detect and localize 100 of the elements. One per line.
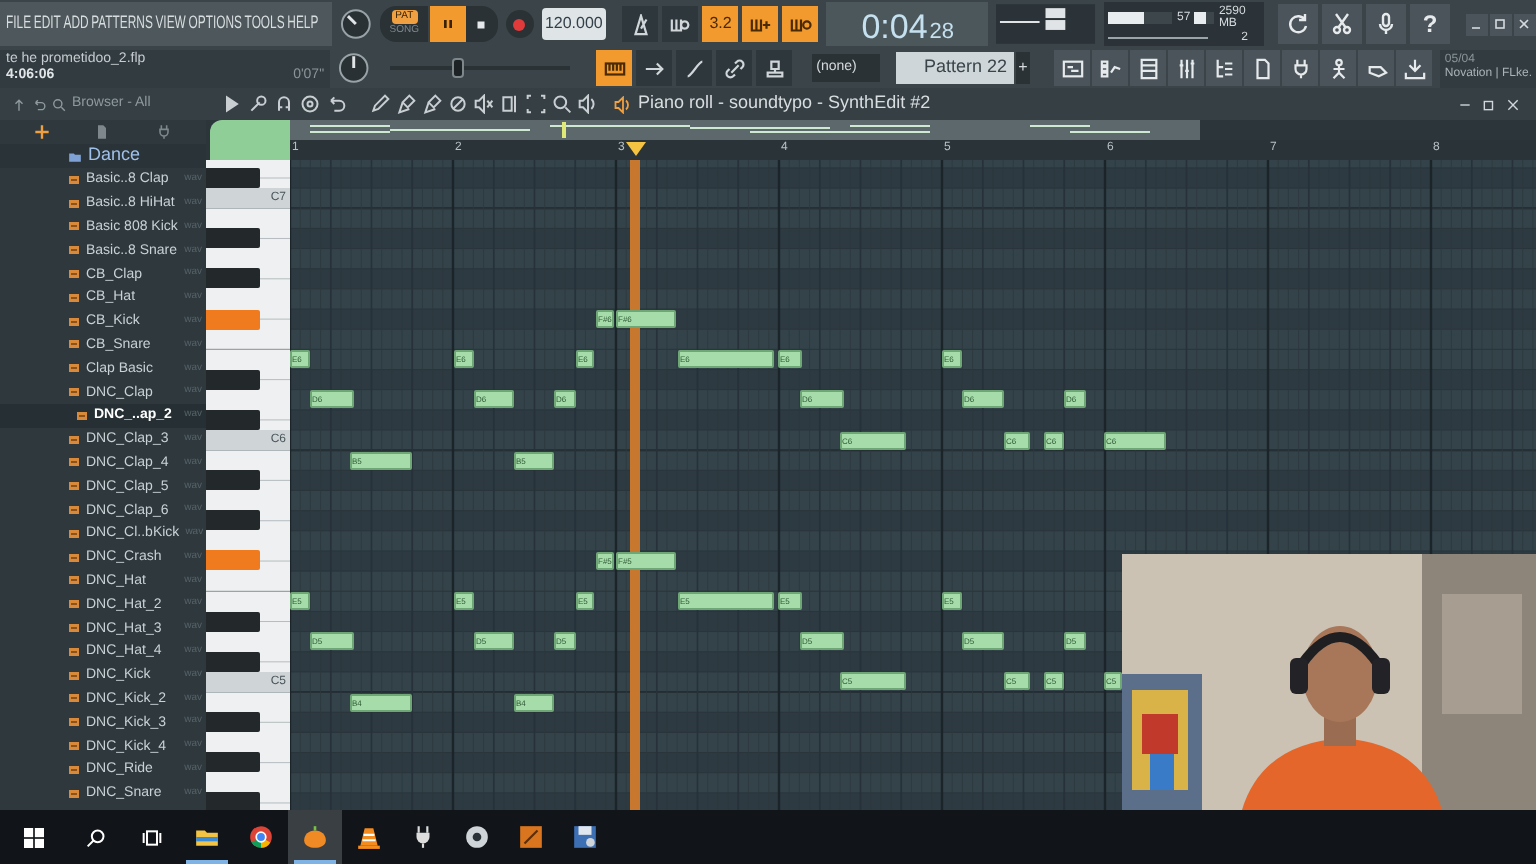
tempo-display[interactable]: 120.000 — [541, 8, 607, 40]
piano-key[interactable] — [206, 752, 260, 773]
add-pattern-button[interactable]: + — [1015, 52, 1031, 84]
record-button[interactable] — [505, 10, 534, 38]
help-button[interactable]: ? — [1409, 4, 1450, 44]
metronome-icon — [629, 13, 652, 35]
audio-file-icon — [68, 622, 80, 635]
toggle-button[interactable] — [782, 6, 819, 42]
pattern-overview-drawing[interactable] — [290, 120, 1200, 140]
tool-button[interactable] — [248, 94, 268, 114]
window-button[interactable] — [1054, 50, 1091, 86]
close-button[interactable] — [1504, 96, 1520, 112]
menu-item[interactable]: TOOLS — [244, 10, 285, 38]
play-button[interactable] — [430, 6, 466, 42]
play-icon — [222, 94, 242, 114]
tool-button[interactable] — [370, 94, 390, 114]
tool-button[interactable] — [326, 94, 346, 114]
window-button[interactable] — [1244, 50, 1281, 86]
slider-thumb[interactable] — [452, 58, 465, 78]
link-icon — [723, 57, 746, 79]
pitch-slider[interactable] — [389, 58, 571, 78]
search-icon — [86, 827, 106, 847]
menu-item[interactable]: PATTERNS — [91, 10, 153, 38]
restore-button[interactable] — [1480, 96, 1496, 112]
piano-key[interactable] — [206, 409, 260, 430]
menu-item[interactable]: EDIT — [33, 10, 61, 38]
menu-item[interactable]: OPTIONS — [188, 10, 242, 38]
curve-icon — [683, 57, 706, 79]
close-button[interactable] — [1513, 13, 1536, 35]
tool-button[interactable] — [222, 94, 242, 114]
audio-file-icon — [68, 173, 80, 186]
toggle-button[interactable] — [622, 6, 659, 42]
ring-icon — [248, 824, 274, 850]
window-button[interactable] — [1168, 50, 1205, 86]
tool-button[interactable] — [396, 94, 416, 114]
volume-knob[interactable] — [340, 8, 373, 40]
restore-icon — [1492, 16, 1509, 32]
tool-button[interactable] — [274, 94, 294, 114]
audio-file-icon — [68, 787, 80, 800]
piano-key[interactable] — [206, 228, 260, 249]
restore-button[interactable] — [1489, 13, 1512, 35]
tool-button[interactable] — [474, 94, 494, 114]
pattern-selector[interactable]: Pattern 22 — [895, 52, 1014, 84]
close-icon — [1516, 16, 1533, 32]
tool-button[interactable] — [1365, 4, 1406, 44]
piano-key[interactable] — [206, 470, 260, 491]
toggle-button[interactable]: 3.2 — [702, 6, 739, 42]
up-arrow-icon — [12, 97, 26, 111]
document-icon — [94, 124, 111, 140]
menu-item[interactable]: ADD — [63, 10, 89, 38]
menu-item[interactable]: HELP — [287, 10, 319, 38]
menu-item[interactable]: FILE — [6, 10, 32, 38]
tool-button[interactable] — [578, 94, 598, 114]
window-button[interactable] — [1130, 50, 1167, 86]
tool-button[interactable] — [500, 94, 520, 114]
audio-file-icon — [68, 268, 80, 281]
piano-key[interactable] — [206, 651, 260, 672]
audio-file-icon — [68, 338, 80, 351]
window-button[interactable] — [1206, 50, 1243, 86]
stop-button[interactable] — [465, 6, 498, 42]
zoom-icon — [552, 94, 572, 114]
sliders-icon — [1175, 57, 1198, 79]
tool-button[interactable] — [422, 94, 442, 114]
piano-roll-title: Piano roll - soundtypo - SynthEdit #2 — [638, 90, 931, 117]
menu-item[interactable]: VIEW — [155, 10, 186, 38]
piano-key[interactable] — [206, 712, 260, 733]
window-button[interactable] — [1396, 50, 1433, 86]
window-button[interactable] — [1358, 50, 1395, 86]
tool-button[interactable] — [552, 94, 572, 114]
scissors-icon — [1329, 12, 1354, 36]
tool-button[interactable] — [448, 94, 468, 114]
toggle-button[interactable] — [662, 6, 699, 42]
tool-button[interactable] — [1277, 4, 1318, 44]
toggle-button[interactable] — [676, 50, 713, 86]
tree-icon — [1213, 57, 1236, 79]
piano-key[interactable] — [206, 369, 260, 390]
minimize-button[interactable] — [1465, 13, 1488, 35]
speaker-icon — [614, 95, 632, 113]
pitch-knob[interactable] — [338, 52, 370, 84]
tool-button[interactable] — [526, 94, 546, 114]
tool-button[interactable] — [1321, 4, 1362, 44]
toggle-button[interactable] — [636, 50, 673, 86]
piano-key[interactable] — [206, 167, 260, 188]
tool-button[interactable] — [300, 94, 320, 114]
toggle-button[interactable] — [716, 50, 753, 86]
window-button[interactable] — [1282, 50, 1319, 86]
target-icon — [300, 94, 320, 114]
window-button[interactable] — [1092, 50, 1129, 86]
plug-icon — [1289, 57, 1312, 79]
toggle-button[interactable] — [756, 50, 793, 86]
piano-key[interactable] — [206, 510, 260, 531]
audio-file-icon — [68, 692, 80, 705]
toggle-button[interactable] — [596, 50, 633, 86]
audio-file-icon — [68, 716, 80, 729]
stamp-icon — [763, 57, 786, 79]
toggle-button[interactable] — [742, 6, 779, 42]
audio-file-icon — [68, 598, 80, 611]
piano-key[interactable] — [206, 268, 260, 289]
piano-key[interactable] — [206, 611, 260, 632]
window-button[interactable] — [1320, 50, 1357, 86]
